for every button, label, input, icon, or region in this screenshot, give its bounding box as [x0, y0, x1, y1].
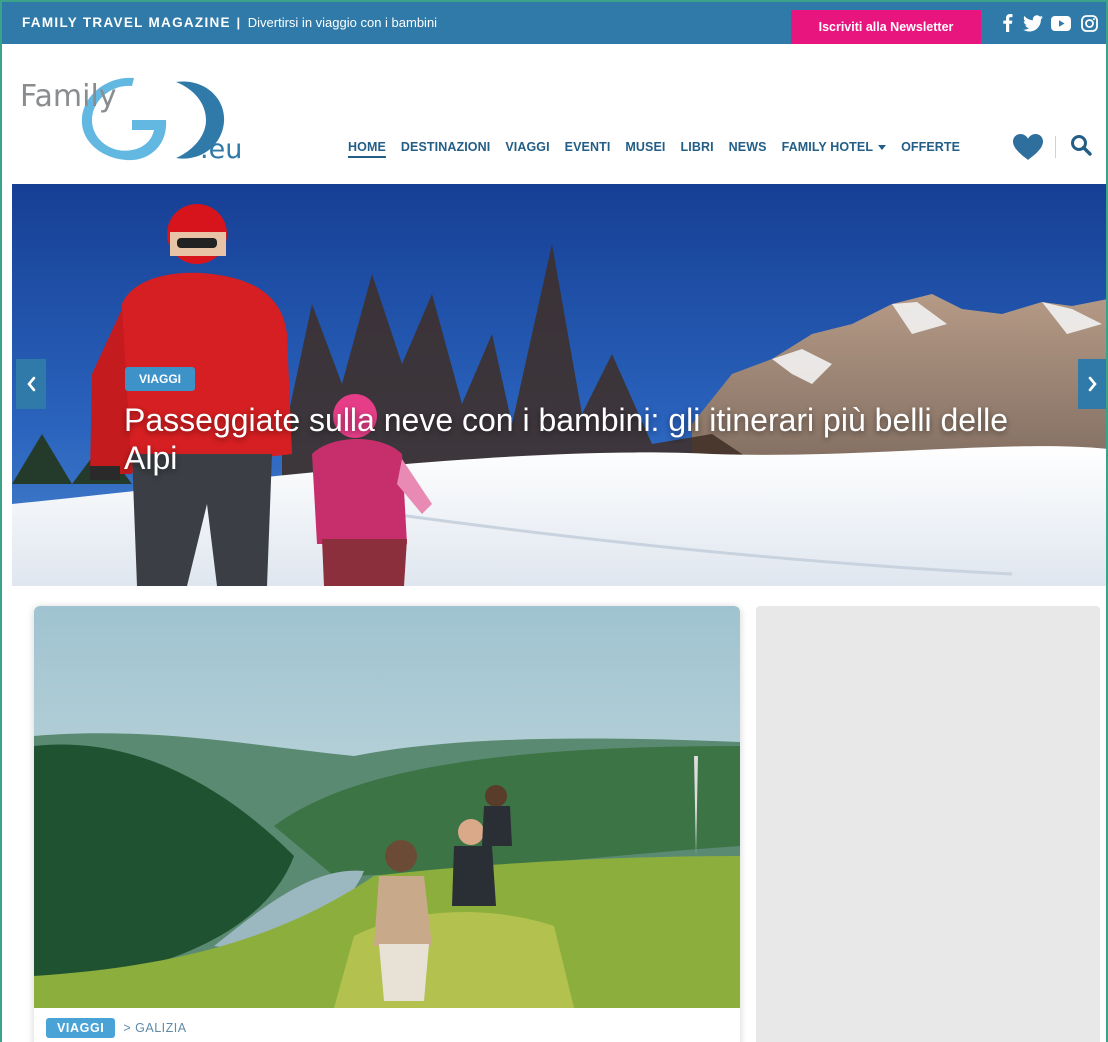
magazine-brand: FAMILY TRAVEL MAGAZINE — [22, 15, 231, 30]
nav-item-family-hotel-label: FAMILY HOTEL — [781, 140, 874, 154]
youtube-icon[interactable] — [1049, 2, 1073, 44]
brand-separator: | — [236, 15, 241, 30]
site-logo[interactable]: Family .eu — [20, 74, 260, 164]
top-bar: FAMILY TRAVEL MAGAZINE | Divertirsi in v… — [2, 2, 1106, 44]
nav-item-musei[interactable]: MUSEI — [625, 140, 665, 154]
sidebar-ad-placeholder — [756, 606, 1100, 1042]
newsletter-button[interactable]: Iscriviti alla Newsletter — [791, 10, 981, 44]
article-card[interactable]: VIAGGI > GALIZIA — [34, 606, 740, 1042]
instagram-icon[interactable] — [1077, 2, 1101, 44]
nav-item-libri[interactable]: LIBRI — [681, 140, 714, 154]
hero-category-badge[interactable]: VIAGGI — [125, 367, 196, 391]
search-icon[interactable] — [1070, 134, 1092, 156]
chevron-left-icon — [27, 376, 36, 392]
article-image — [34, 606, 740, 1008]
article-category-badge[interactable]: VIAGGI — [46, 1018, 116, 1038]
page-frame: FAMILY TRAVEL MAGAZINE | Divertirsi in v… — [0, 0, 1108, 1042]
facebook-icon[interactable] — [996, 2, 1018, 44]
slider-prev-button[interactable] — [16, 359, 46, 409]
nav-item-news[interactable]: NEWS — [729, 140, 767, 154]
caret-down-icon — [878, 145, 887, 151]
top-bar-tagline: FAMILY TRAVEL MAGAZINE | Divertirsi in v… — [22, 2, 437, 44]
hero-title[interactable]: Passeggiate sulla neve con i bambini: gl… — [124, 401, 1024, 477]
logo-eu-text: .eu — [200, 134, 242, 164]
twitter-icon[interactable] — [1021, 2, 1045, 44]
chevron-right-icon — [1088, 376, 1097, 392]
main-nav: HOME DESTINAZIONI VIAGGI EVENTI MUSEI LI… — [348, 137, 975, 157]
nav-item-home[interactable]: HOME — [348, 140, 386, 154]
hero-slider[interactable]: VIAGGI Passeggiate sulla neve con i bamb… — [12, 184, 1106, 586]
heart-icon[interactable] — [1012, 133, 1044, 161]
article-breadcrumb: VIAGGI > GALIZIA — [46, 1017, 187, 1039]
nav-item-viaggi[interactable]: VIAGGI — [505, 140, 549, 154]
nav-item-destinazioni[interactable]: DESTINAZIONI — [401, 140, 490, 154]
tagline-text: Divertirsi in viaggio con i bambini — [247, 15, 438, 30]
article-subcategory-link[interactable]: > GALIZIA — [123, 1021, 186, 1035]
logo-family-text: Family — [20, 79, 117, 114]
nav-divider — [1055, 136, 1056, 158]
nav-item-offerte[interactable]: OFFERTE — [901, 140, 960, 154]
site-header: Family .eu HOME DESTINAZIONI VIAGGI EVEN… — [2, 44, 1106, 184]
slider-next-button[interactable] — [1078, 359, 1106, 409]
nav-item-eventi[interactable]: EVENTI — [565, 140, 611, 154]
nav-item-family-hotel[interactable]: FAMILY HOTEL — [782, 140, 887, 154]
